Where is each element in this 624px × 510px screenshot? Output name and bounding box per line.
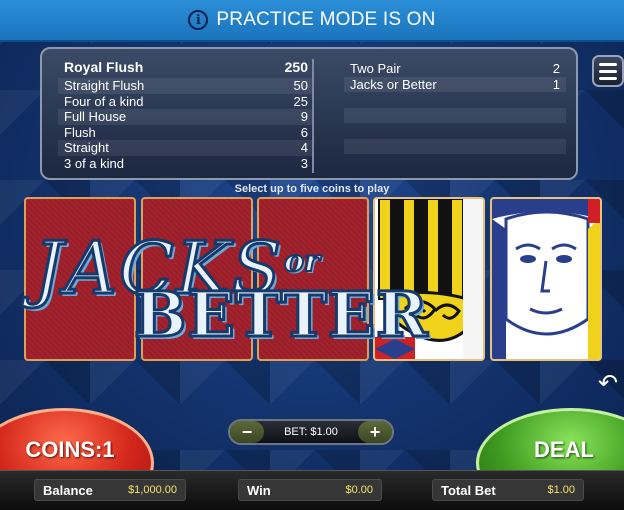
balance-label: Balance — [43, 482, 93, 498]
paytable-row: Four of a kind 25 — [58, 94, 314, 110]
paytable-row — [344, 138, 566, 154]
card-slot-1[interactable] — [24, 197, 136, 361]
paytable-right-column: Two Pair 2 Jacks or Better 1 — [344, 57, 566, 170]
paytable-row: Jacks or Better 1 — [344, 76, 566, 92]
hamburger-icon — [599, 62, 617, 66]
hand-payout: 250 — [284, 59, 308, 75]
menu-button[interactable] — [592, 55, 624, 87]
return-icon[interactable]: ↶ — [592, 369, 624, 397]
paytable-row: Royal Flush 250 — [58, 57, 314, 77]
hamburger-icon-bar — [599, 76, 617, 80]
bet-control: − BET: $1.00 + — [228, 419, 394, 445]
paytable-row: Two Pair 2 — [344, 61, 566, 77]
balance-display: Balance $1,000.00 — [34, 479, 186, 501]
hand-name: 3 of a kind — [64, 155, 124, 171]
paytable-row: Flush 6 — [58, 125, 314, 141]
bet-increase-button[interactable]: + — [357, 421, 392, 443]
hamburger-icon-bar — [599, 69, 617, 73]
hand-name: Full House — [64, 109, 127, 125]
hand-payout: 1 — [552, 76, 560, 92]
hand-payout: 6 — [300, 124, 308, 140]
paytable-row — [344, 154, 566, 170]
hand-name: Two Pair — [350, 61, 401, 77]
paytable: Royal Flush 250 Straight Flush 50 Four o… — [40, 47, 578, 180]
win-display: Win $0.00 — [238, 479, 382, 501]
card-slot-5[interactable] — [490, 197, 602, 361]
hand-payout: 4 — [300, 140, 308, 156]
bet-decrease-button[interactable]: − — [230, 421, 264, 443]
jack-card-art — [375, 199, 483, 359]
select-hint: Select up to five coins to play — [234, 183, 390, 195]
hand-payout: 9 — [300, 109, 308, 125]
banner-text: PRACTICE MODE IS ON — [216, 9, 436, 30]
paytable-row: Straight 4 — [58, 140, 314, 156]
hand-name: Straight Flush — [64, 78, 145, 94]
total-bet-label: Total Bet — [441, 482, 496, 498]
hand-payout: 3 — [300, 155, 308, 171]
total-bet-display: Total Bet $1.00 — [432, 479, 584, 501]
card-slot-3[interactable] — [257, 197, 369, 361]
win-value: $0.00 — [345, 484, 373, 496]
card-slot-4[interactable] — [373, 197, 485, 361]
game-stage: i PRACTICE MODE IS ON Royal Flush 250 St… — [0, 0, 624, 510]
hand-name: Royal Flush — [64, 59, 144, 75]
paytable-row — [344, 107, 566, 123]
total-bet-value: $1.00 — [547, 484, 575, 496]
hand-name: Four of a kind — [64, 93, 144, 109]
balance-value: $1,000.00 — [128, 484, 177, 496]
info-icon[interactable]: i — [188, 10, 209, 30]
hand-payout: 50 — [293, 78, 308, 94]
hand-name: Straight — [64, 140, 109, 156]
paytable-row: Full House 9 — [58, 109, 314, 125]
hand-name: Flush — [64, 124, 96, 140]
paytable-left-column: Royal Flush 250 Straight Flush 50 Four o… — [58, 57, 314, 171]
bet-amount-label: BET: $1.00 — [284, 426, 338, 438]
hand-name: Jacks or Better — [350, 76, 437, 92]
paytable-row: Straight Flush 50 — [58, 78, 314, 94]
win-label: Win — [247, 482, 271, 498]
hand-payout: 2 — [552, 61, 560, 77]
paytable-row: 3 of a kind 3 — [58, 156, 314, 172]
paytable-row — [344, 92, 566, 108]
practice-mode-banner: i PRACTICE MODE IS ON — [0, 0, 624, 42]
hand-payout: 25 — [293, 93, 308, 109]
status-bar: Balance $1,000.00 Win $0.00 Total Bet $1… — [0, 470, 624, 510]
paytable-row — [344, 123, 566, 139]
card-slot-2[interactable] — [141, 197, 253, 361]
jack-card-art — [492, 199, 600, 359]
paytable-divider — [312, 59, 314, 173]
